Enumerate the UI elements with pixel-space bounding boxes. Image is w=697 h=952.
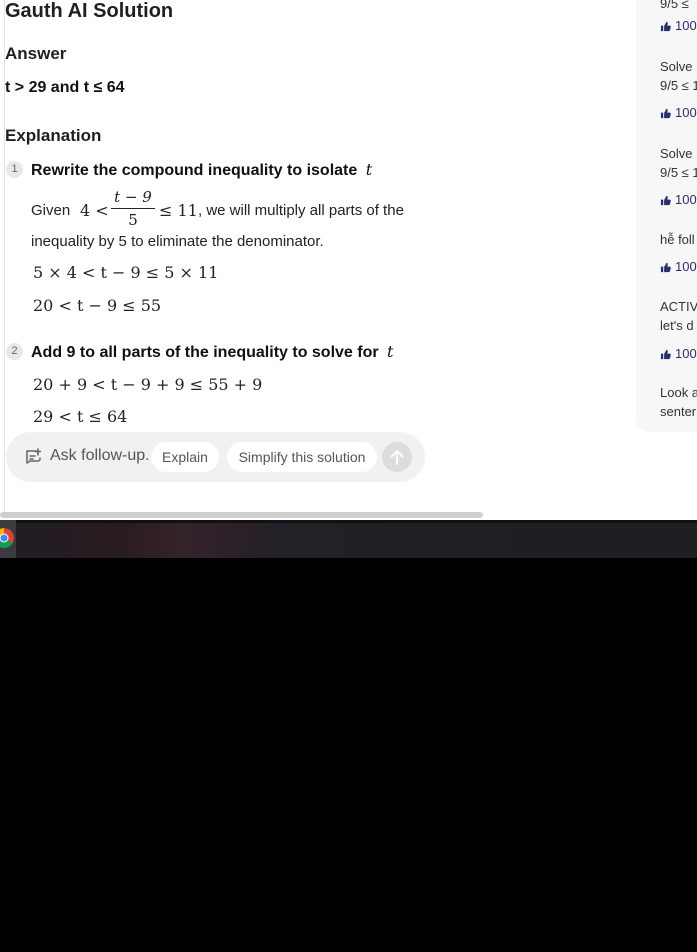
related-item-text[interactable]: 9/5 ≤ 1 — [660, 76, 697, 95]
thumbs-up-icon — [660, 262, 671, 273]
related-item-text[interactable]: 9/5 ≤ — [660, 0, 689, 13]
related-item-text[interactable]: hễ foll — [660, 230, 695, 249]
related-item-text[interactable]: senter — [660, 402, 696, 421]
step-number: 2 — [6, 343, 23, 360]
related-item-text[interactable]: Solve — [660, 144, 693, 163]
thumbs-up-icon — [660, 195, 671, 206]
answer-text: t > 29 and t ≤ 64 — [5, 79, 125, 96]
step-title-text: Rewrite the compound inequality to isola… — [31, 162, 358, 179]
step-number: 1 — [6, 161, 23, 178]
step-variable: t — [365, 160, 373, 179]
thumbs-up-icon — [660, 349, 671, 360]
related-likes: 100 — [660, 192, 697, 207]
related-questions-panel: 9/5 ≤ 100 Solve 9/5 ≤ 1 100 Solve 9/5 ≤ … — [636, 0, 697, 432]
given-suffix: , we will multiply all parts of the — [198, 202, 404, 219]
taskbar — [0, 520, 697, 558]
simplify-chip[interactable]: Simplify this solution — [227, 442, 377, 472]
equation: 29 < t ≤ 64 — [33, 407, 128, 426]
given-line-2: inequality by 5 to eliminate the denomin… — [31, 233, 324, 250]
related-likes: 100 — [660, 346, 697, 361]
explain-chip[interactable]: Explain — [151, 442, 219, 472]
equation: 5 × 4 < t − 9 ≤ 5 × 11 — [33, 263, 219, 282]
follow-up-bar: Ask follow-up. Explain Simplify this sol… — [6, 432, 425, 482]
related-item-text[interactable]: let's d — [660, 316, 694, 335]
send-button[interactable] — [382, 442, 412, 472]
arrow-up-icon — [390, 450, 404, 465]
related-item-text[interactable]: Solve — [660, 57, 693, 76]
related-likes: 100 — [660, 105, 697, 120]
divider — [4, 0, 5, 512]
equation: 20 < t − 9 ≤ 55 — [33, 296, 162, 315]
step-title-text: Add 9 to all parts of the inequality to … — [31, 344, 379, 361]
explanation-heading: Explanation — [5, 126, 102, 145]
frac-lhs: 4 < — [80, 201, 109, 220]
follow-up-input[interactable]: Ask follow-up. — [50, 447, 150, 465]
step-title: Rewrite the compound inequality to isola… — [31, 160, 372, 180]
related-item-text[interactable]: ACTIV — [660, 297, 697, 316]
equation: 20 + 9 < t − 9 + 9 ≤ 55 + 9 — [33, 375, 263, 394]
frac-rhs: ≤ 11 — [159, 201, 198, 220]
related-item-text[interactable]: Look a — [660, 383, 697, 402]
answer-heading: Answer — [5, 44, 67, 63]
fraction-numerator: t − 9 — [111, 188, 155, 209]
given-prefix: Given — [31, 202, 71, 219]
thumbs-up-icon — [660, 21, 671, 32]
thumbs-up-icon — [660, 108, 671, 119]
fraction-denominator: 5 — [128, 211, 138, 229]
related-item-text[interactable]: 9/5 ≤ 1 — [660, 163, 697, 182]
solution-page: Gauth AI Solution Answer t > 29 and t ≤ … — [0, 0, 697, 520]
step-title: Add 9 to all parts of the inequality to … — [31, 342, 393, 362]
related-likes: 100 — [660, 259, 697, 274]
horizontal-scrollbar[interactable] — [0, 512, 483, 518]
taskbar-divider — [0, 520, 697, 523]
chat-plus-icon — [26, 448, 42, 464]
related-likes: 100 — [660, 18, 697, 33]
fraction: t − 9 5 — [111, 188, 155, 229]
page-title: Gauth AI Solution — [5, 0, 174, 22]
step-variable: t — [387, 342, 394, 361]
